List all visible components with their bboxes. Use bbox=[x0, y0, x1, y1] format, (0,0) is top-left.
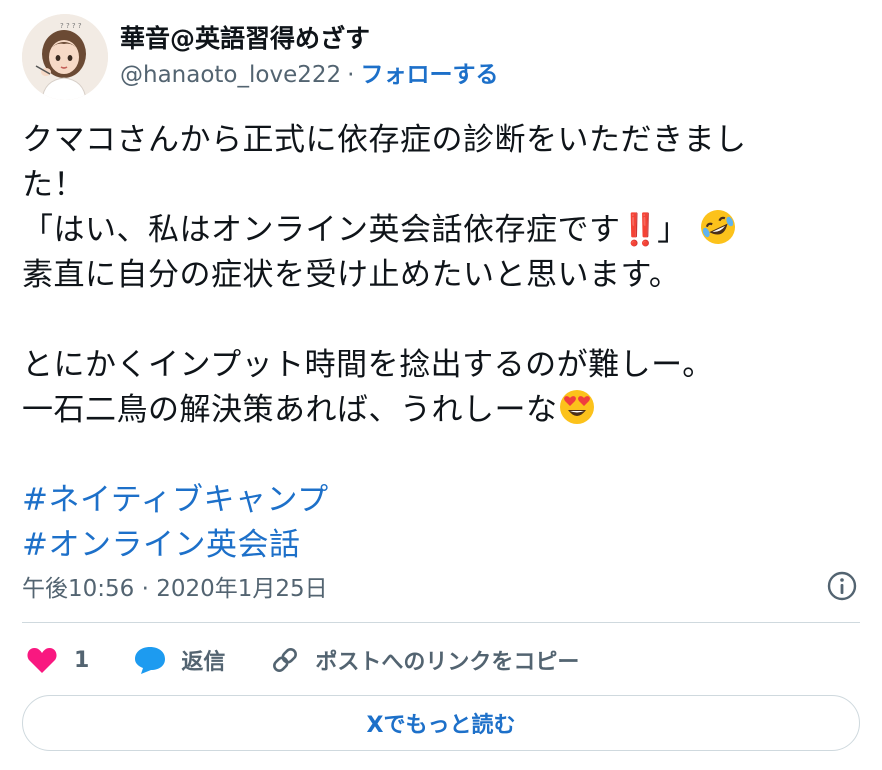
svg-text:? ? ? ?: ? ? ? ? bbox=[60, 22, 82, 30]
heart-icon bbox=[27, 648, 57, 673]
display-name[interactable]: 華音@英語習得めざす bbox=[120, 22, 498, 56]
tweet-line: クマコさんから正式に依存症の診断をいただきまし bbox=[22, 122, 747, 158]
tweet-card: ? ? ? ? 華音@英語習得めざす @hanaoto_love222 · フォロー… bbox=[0, 0, 882, 770]
tweet-line: 素直に自分の症状を受け止めたいと思います。 bbox=[22, 257, 681, 293]
tweet-line: とにかくインプット時間を捻出するのが難しー。 bbox=[22, 347, 714, 383]
timestamp[interactable]: 午後10:56 · 2020年1月25日 bbox=[22, 569, 328, 603]
avatar[interactable]: ? ? ? ? bbox=[22, 14, 108, 100]
divider bbox=[22, 622, 860, 623]
info-icon[interactable] bbox=[826, 570, 858, 602]
tweet-line: た！ bbox=[22, 167, 85, 203]
hashtag-link[interactable]: #オンライン英会話 bbox=[22, 523, 862, 568]
tweet-line-text: 一石二鳥の解決策あれば、うれしーな bbox=[22, 392, 558, 428]
like-count: 1 bbox=[74, 647, 90, 673]
action-bar: 1 返信 ポストへのリンクをコピー bbox=[26, 638, 623, 682]
author-names: 華音@英語習得めざす @hanaoto_love222 · フォローする bbox=[120, 22, 498, 92]
closing-bracket: 」 bbox=[657, 212, 689, 248]
heart-eyes-emoji bbox=[559, 390, 594, 424]
like-button[interactable]: 1 bbox=[26, 645, 89, 675]
separator-dot: · bbox=[347, 62, 355, 88]
tweet-text: クマコさんから正式に依存症の診断をいただきまし た！ 「はい、私はオンライン英会… bbox=[22, 118, 862, 568]
follow-button[interactable]: フォローする bbox=[360, 62, 498, 88]
rolling-laughing-emoji bbox=[700, 210, 735, 244]
reply-label: 返信 bbox=[181, 650, 226, 675]
tweet-line-text: 「はい、私はオンライン英会話依存症です bbox=[22, 212, 621, 248]
copy-link-label: ポストへのリンクをコピー bbox=[315, 650, 580, 675]
handle-row: @hanaoto_love222 · フォローする bbox=[120, 58, 498, 92]
hashtag-link[interactable]: #ネイティブキャンプ bbox=[22, 478, 862, 523]
speech-bubble-icon bbox=[135, 647, 166, 674]
tweet-line-with-emoji: 「はい、私はオンライン英会話依存症です‼️」 bbox=[22, 208, 862, 253]
double-exclamation-emoji: ‼️ bbox=[620, 212, 660, 248]
handle[interactable]: @hanaoto_love222 bbox=[120, 62, 341, 88]
timestamp-row: 午後10:56 · 2020年1月25日 bbox=[22, 564, 858, 608]
link-icon bbox=[273, 648, 298, 672]
tweet-line-with-emoji: 一石二鳥の解決策あれば、うれしーな bbox=[22, 388, 862, 433]
copy-link-button[interactable]: ポストへのリンクをコピー bbox=[269, 644, 579, 676]
tweet-header: ? ? ? ? 華音@英語習得めざす @hanaoto_love222 · フォロー… bbox=[22, 14, 498, 100]
reply-button[interactable]: 返信 bbox=[133, 644, 225, 676]
avatar-illustration: ? ? ? ? bbox=[22, 14, 108, 100]
read-more-button[interactable]: Xでもっと読む bbox=[22, 695, 860, 751]
